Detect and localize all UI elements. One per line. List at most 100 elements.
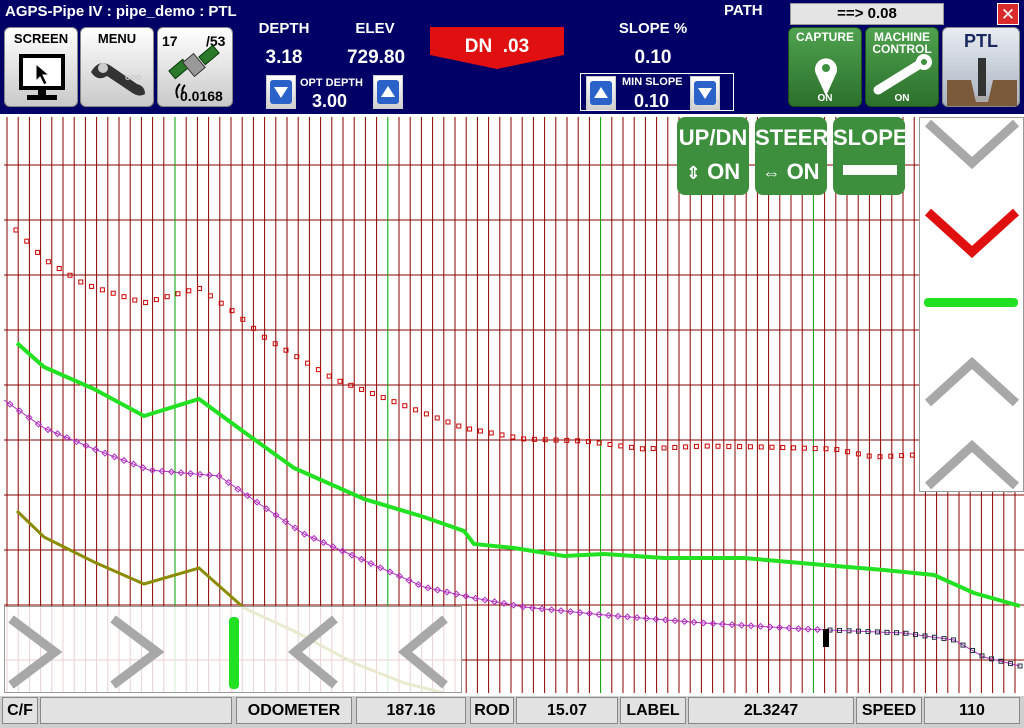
app-title: AGPS-Pipe IV : pipe_demo : PTL	[5, 3, 237, 20]
slope-toggle-button[interactable]: SLOPE	[833, 117, 908, 195]
chevron-right-icon-2	[110, 615, 165, 689]
min-slope-increase-button[interactable]	[586, 76, 616, 110]
design-profile-point	[24, 238, 30, 244]
triangle-down-icon	[694, 81, 716, 105]
top-toolbar: AGPS-Pipe IV : pipe_demo : PTL SCREEN ME…	[0, 0, 1024, 114]
design-profile-point	[715, 443, 721, 449]
design-profile-point	[56, 266, 62, 271]
gps-precision: 0.0168	[180, 88, 223, 104]
design-profile-point	[240, 316, 246, 322]
steer-state: ⇔ ON	[755, 159, 827, 185]
opt-depth-label: OPT DEPTH	[300, 77, 363, 89]
depth-label: DEPTH	[258, 20, 310, 37]
design-profile-point	[45, 259, 51, 265]
design-profile-point	[99, 287, 105, 293]
design-profile-point	[121, 294, 127, 300]
updn-label: UP/DN	[678, 125, 748, 150]
chevron-up-icon-2	[924, 439, 1020, 490]
opt-depth-increase-button[interactable]	[373, 75, 403, 109]
design-profile-point	[780, 445, 786, 451]
chevron-left-icon	[287, 615, 338, 689]
design-profile-point	[153, 297, 159, 303]
design-profile-point	[704, 443, 710, 449]
cf-label: C/F	[2, 697, 38, 724]
on-grade-bar-icon	[924, 298, 1018, 307]
design-profile-point	[467, 426, 473, 432]
min-slope-label: MIN SLOPE	[622, 76, 683, 88]
elev-value: 729.80	[346, 47, 406, 68]
design-profile-point	[175, 291, 181, 297]
odometer-value: 187.16	[356, 697, 466, 724]
steer-toggle-button[interactable]: STEER ⇔ ON	[755, 117, 829, 195]
design-profile-point	[315, 367, 321, 373]
label-value: 2L3247	[688, 697, 854, 724]
depth-value: 3.18	[265, 47, 303, 68]
min-slope-value: 0.10	[634, 91, 670, 111]
vertical-guidance-panel	[919, 117, 1024, 492]
lateral-guidance-panel	[4, 606, 462, 693]
path-value: ==> 0.08	[790, 3, 944, 25]
design-profile-point	[769, 444, 775, 450]
cf-value	[40, 697, 232, 724]
design-profile-point	[845, 449, 851, 455]
triangle-up-icon	[590, 81, 612, 105]
gps-status-button[interactable]: 17 /53 0.0168	[157, 27, 233, 107]
screen-button[interactable]: SCREEN	[4, 27, 78, 107]
machine-control-state: ON	[894, 93, 910, 104]
left-right-arrows-icon: ⇔	[762, 163, 781, 183]
current-position-marker	[823, 629, 829, 647]
design-profile-point	[413, 407, 419, 413]
design-profile-point	[650, 446, 656, 452]
updn-toggle-button[interactable]: UP/DN ⇕ ON	[677, 117, 749, 195]
steer-label: STEER	[755, 125, 829, 150]
design-profile-point	[186, 288, 192, 294]
design-profile-point	[89, 283, 95, 289]
machine-control-button[interactable]: MACHINE CONTROL ON	[865, 27, 939, 107]
design-profile-point	[877, 454, 883, 460]
design-profile-point	[402, 403, 408, 409]
opt-depth-decrease-button[interactable]	[266, 75, 296, 109]
chevron-right-icon	[8, 615, 63, 689]
direction-value: DN .03	[464, 36, 530, 57]
design-profile-point	[110, 290, 116, 296]
slope-label: SLOPE %	[618, 20, 688, 37]
design-profile-point	[164, 294, 170, 300]
min-slope-decrease-button[interactable]	[690, 76, 720, 110]
chevron-left-icon-2	[397, 615, 448, 689]
wrench-icon: ooo	[91, 63, 145, 96]
design-profile-point	[801, 445, 807, 451]
design-profile-point	[423, 411, 429, 417]
close-button[interactable]: ✕	[997, 3, 1019, 25]
odometer-label: ODOMETER	[236, 697, 352, 724]
design-profile-point	[693, 443, 699, 449]
design-profile-point	[488, 430, 494, 436]
chevron-down-icon	[924, 119, 1020, 170]
design-profile-point	[639, 446, 645, 452]
design-profile-point	[434, 415, 440, 421]
triangle-up-icon	[377, 80, 399, 104]
path-label: PATH	[724, 2, 763, 19]
capture-button[interactable]: CAPTURE ON	[788, 27, 862, 107]
design-profile-point	[337, 378, 343, 384]
design-profile-point	[672, 444, 678, 450]
design-profile-point	[197, 285, 203, 291]
label-label: LABEL	[620, 697, 686, 724]
pipe-profile-markers	[6, 400, 822, 634]
slope-value: 0.10	[634, 47, 672, 68]
svg-text:ooo: ooo	[125, 72, 142, 82]
chevron-down-active-icon	[924, 208, 1020, 259]
design-profile-point	[737, 444, 743, 450]
trench-icon	[947, 58, 1017, 106]
design-profile-point	[35, 249, 41, 255]
design-profile-point	[13, 227, 19, 233]
menu-button[interactable]: MENU ooo	[80, 27, 154, 107]
design-profile-point	[456, 423, 462, 429]
design-profile-point	[359, 386, 365, 392]
design-profile-point	[758, 444, 764, 450]
design-profile-point	[78, 279, 84, 285]
design-profile-point	[326, 373, 332, 379]
design-profile-point	[683, 444, 689, 450]
design-profile-point	[143, 300, 149, 306]
design-profile-point	[369, 391, 375, 397]
ptl-button[interactable]: PTL	[942, 27, 1020, 107]
